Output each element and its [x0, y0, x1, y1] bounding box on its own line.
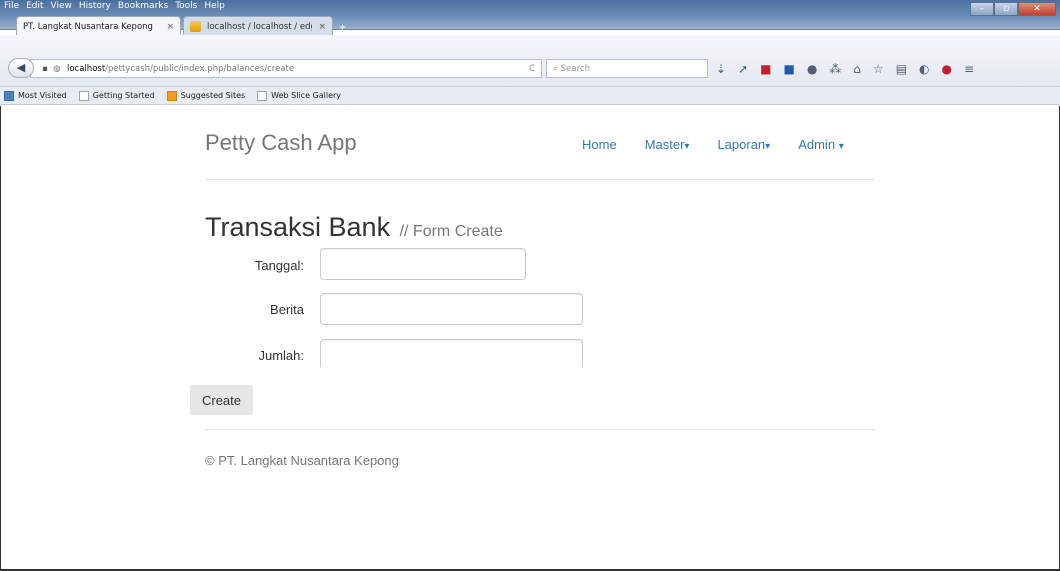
berita-label: Berita — [270, 302, 304, 317]
bookmark-most-visited[interactable]: Most Visited — [4, 90, 67, 101]
url-bar[interactable]: ▪ ◍ localhost/pettycash/public/index.php… — [30, 59, 542, 78]
menu-file[interactable]: File — [4, 1, 19, 11]
bookmark-folder-icon — [4, 90, 14, 101]
search-input[interactable]: ⌕ Search — [546, 59, 708, 78]
window-controls: – ▫ ✕ — [970, 2, 1056, 16]
navigation-toolbar: ▪ ◍ localhost/pettycash/public/index.php… — [0, 35, 1060, 87]
bookmarks-toolbar: Most Visited Getting Started Suggested S… — [0, 87, 1060, 105]
menu-history[interactable]: History — [79, 1, 111, 11]
close-window-button[interactable]: ✕ — [1018, 2, 1056, 16]
berita-input[interactable] — [320, 293, 583, 325]
addon-blue-icon[interactable]: ■ — [783, 62, 794, 76]
menu-bookmarks[interactable]: Bookmarks — [118, 1, 168, 11]
back-arrow-icon: ◀ — [16, 62, 26, 74]
bookmark-label: Suggested Sites — [180, 91, 246, 100]
site-identity-icon[interactable]: ▪ — [39, 64, 51, 74]
minimize-button[interactable]: – — [970, 2, 994, 16]
bookmark-label: Getting Started — [92, 91, 155, 100]
tab-strip: PT. Langkat Nusantara Kepong × localhost… — [16, 14, 346, 36]
toolbar-icons: ⇣ ➚ ■ ■ ● ⁂ ⌂ ☆ ▤ ◐ ● ≡ — [716, 59, 974, 78]
page-subheading: // Form Create — [399, 223, 503, 240]
page-icon — [78, 90, 89, 101]
bookmark-web-slice-gallery[interactable]: Web Slice Gallery — [257, 90, 342, 101]
tab-close-icon[interactable]: × — [166, 22, 174, 32]
app-brand[interactable]: Petty Cash App — [205, 130, 357, 156]
nav-laporan[interactable]: Laporan▾ — [717, 137, 770, 152]
url-host: localhost — [67, 63, 106, 74]
footer-copyright: © PT. Langkat Nusantara Kepong — [205, 453, 399, 468]
send-icon[interactable]: ➚ — [738, 62, 748, 76]
bookmark-label: Web Slice Gallery — [271, 91, 342, 100]
bookmarks-list-icon[interactable]: ▤ — [896, 62, 907, 76]
bookmark-suggested-sites[interactable]: Suggested Sites — [166, 90, 246, 101]
create-button[interactable]: Create — [190, 385, 253, 415]
translate-icon[interactable]: ⁂ — [829, 62, 841, 76]
home-icon[interactable]: ⌂ — [853, 62, 861, 76]
bookmark-label: Most Visited — [18, 91, 67, 100]
caret-down-icon: ▾ — [684, 141, 690, 152]
menu-help[interactable]: Help — [204, 1, 225, 11]
page-icon — [257, 90, 268, 101]
page-content: Petty Cash App Home Master▾ Laporan▾ Adm… — [0, 106, 1060, 571]
nav-master[interactable]: Master▾ — [645, 137, 690, 152]
menu-bar: File Edit View History Bookmarks Tools H… — [4, 1, 225, 11]
tanggal-label: Tanggal: — [254, 258, 304, 273]
top-nav: Home Master▾ Laporan▾ Admin ▾ — [582, 137, 844, 152]
suggested-sites-icon — [166, 90, 177, 101]
menu-edit[interactable]: Edit — [26, 1, 43, 11]
download-icon[interactable]: ⇣ — [716, 62, 726, 76]
adblock-icon[interactable]: ● — [942, 62, 952, 76]
nav-admin[interactable]: Admin ▾ — [798, 137, 844, 152]
jumlah-input[interactable] — [320, 339, 583, 367]
globe-icon: ◍ — [53, 63, 61, 74]
menu-tools[interactable]: Tools — [175, 1, 197, 11]
search-placeholder: Search — [560, 63, 590, 74]
tab-petty-cash[interactable]: PT. Langkat Nusantara Kepong × — [16, 16, 181, 36]
hamburger-menu-icon[interactable]: ≡ — [964, 62, 974, 76]
phpmyadmin-icon — [190, 21, 201, 32]
maximize-button[interactable]: ▫ — [994, 2, 1018, 16]
reload-icon[interactable]: C — [529, 64, 535, 74]
caret-down-icon: ▾ — [838, 141, 844, 152]
tab-label: localhost / localhost / edg... — [207, 21, 313, 32]
star-icon[interactable]: ☆ — [873, 62, 884, 76]
nav-home[interactable]: Home — [582, 137, 617, 152]
jumlah-label: Jumlah: — [258, 348, 304, 363]
caret-down-icon: ▾ — [765, 141, 771, 152]
search-icon: ⌕ — [553, 63, 558, 74]
page-heading: Transaksi Bank — [205, 212, 391, 242]
tab-label: PT. Langkat Nusantara Kepong — [23, 21, 153, 32]
bookmark-getting-started[interactable]: Getting Started — [78, 90, 155, 101]
tab-localhost[interactable]: localhost / localhost / edg... × — [183, 16, 333, 36]
pocket-icon[interactable]: ◐ — [919, 62, 929, 76]
browser-chrome: File Edit View History Bookmarks Tools H… — [0, 0, 1060, 118]
url-path: /pettycash/public/index.php/balances/cre… — [105, 63, 295, 74]
chat-icon[interactable]: ● — [807, 62, 817, 76]
header-divider — [205, 179, 875, 180]
menu-view[interactable]: View — [51, 1, 72, 11]
page-title: Transaksi Bank // Form Create — [205, 212, 503, 243]
back-button[interactable]: ◀ — [8, 58, 34, 78]
new-tab-button[interactable]: + — [339, 18, 346, 36]
tanggal-input[interactable] — [320, 248, 526, 280]
addon-red-icon[interactable]: ■ — [760, 62, 771, 76]
tab-close-icon[interactable]: × — [318, 22, 326, 32]
footer-divider — [205, 429, 875, 430]
